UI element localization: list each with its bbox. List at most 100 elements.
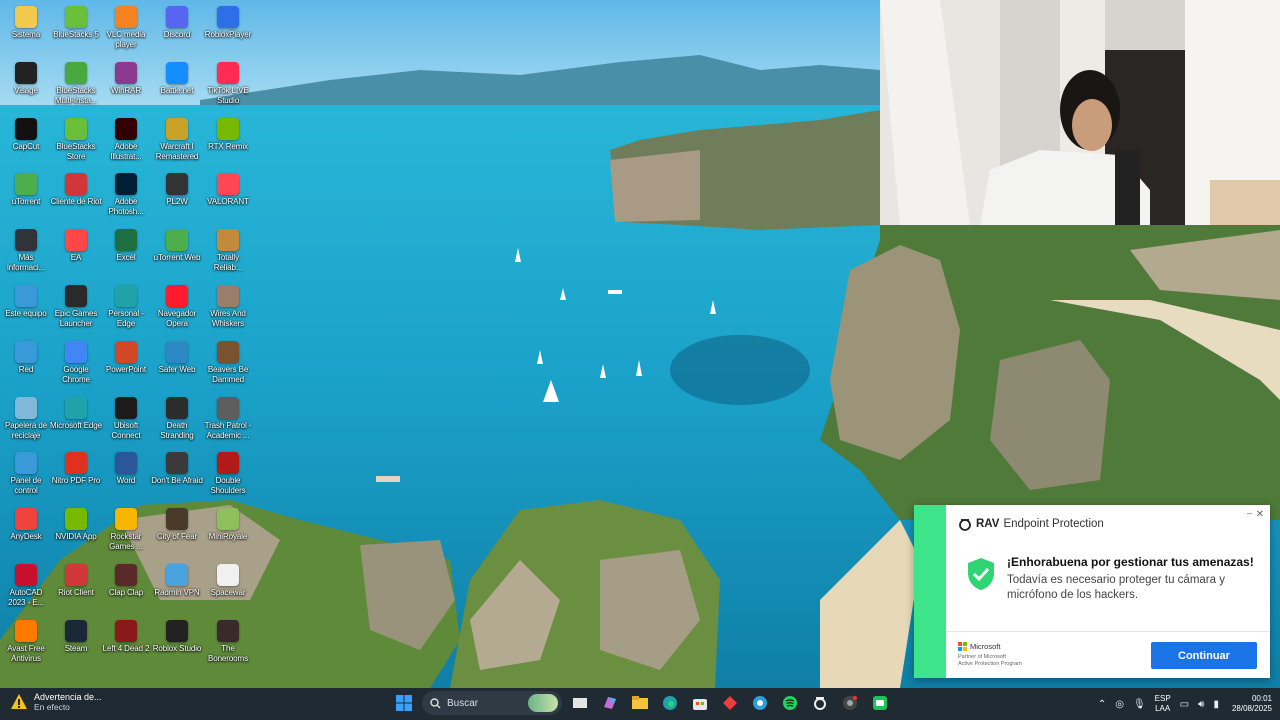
desktop-icon[interactable]: Personal - Edge xyxy=(100,281,152,337)
display-icon[interactable]: ▭ xyxy=(1180,699,1189,710)
edge-button[interactable] xyxy=(658,691,682,715)
red-app-button[interactable] xyxy=(718,691,742,715)
desktop-icon[interactable]: Sistema xyxy=(0,2,52,58)
desktop-icon[interactable]: Panel de control xyxy=(0,448,52,504)
desktop-icon[interactable]: MiniRoyale xyxy=(202,504,254,560)
desktop-icon[interactable]: Más informaci... xyxy=(0,225,52,281)
store-icon xyxy=(693,699,707,710)
desktop-icon[interactable]: Warcraft I Remastered xyxy=(151,114,203,170)
desktop-icon[interactable]: Rockstar Games ... xyxy=(100,504,152,560)
desktop-icon[interactable]: Clap Clap xyxy=(100,560,152,616)
desktop-icon-label: Don't Be Afraid xyxy=(151,476,203,486)
chrome-button[interactable] xyxy=(748,691,772,715)
desktop-icon[interactable]: Steam xyxy=(50,616,102,672)
desktop-icon[interactable]: Death Stranding xyxy=(151,393,203,449)
microphone-icon[interactable]: 🎙︎ xyxy=(1133,699,1146,710)
desktop-icon[interactable]: Trash Patrol - Academic ... xyxy=(202,393,254,449)
chrome-alt-button[interactable] xyxy=(838,691,862,715)
desktop-icon[interactable]: Discord xyxy=(151,2,203,58)
desktop-icon-label: Epic Games Launcher xyxy=(54,309,98,328)
desktop-icon[interactable]: uTorrent Web xyxy=(151,225,203,281)
copilot-button[interactable] xyxy=(598,691,622,715)
task-view-button[interactable] xyxy=(568,691,592,715)
desktop-icon[interactable]: Spacewar xyxy=(202,560,254,616)
desktop-icon[interactable]: Wires And Whiskers xyxy=(202,281,254,337)
desktop-icon[interactable]: BlueStacks Store xyxy=(50,114,102,170)
battery-icon[interactable]: ▮ xyxy=(1213,699,1219,710)
toast-accent-strip xyxy=(914,505,946,678)
excel-icon xyxy=(115,229,137,252)
desktop-icon[interactable]: Microsoft Edge xyxy=(50,393,102,449)
desktop-icon[interactable]: Excel xyxy=(100,225,152,281)
desktop-icon[interactable]: Riot Client xyxy=(50,560,102,616)
file-explorer-button[interactable] xyxy=(628,691,652,715)
desktop-icon[interactable]: AnyDesk xyxy=(0,504,52,560)
green-app-button[interactable] xyxy=(868,691,892,715)
language-indicator[interactable]: ESP LAA xyxy=(1155,694,1171,714)
desktop-icon[interactable]: Battle.net xyxy=(151,58,203,114)
desktop-icon[interactable]: BlueStacks Multi-Insta... xyxy=(50,58,102,114)
webcam-overlay xyxy=(880,0,1280,225)
taskbar-search[interactable]: Buscar xyxy=(422,691,562,715)
desktop-icon[interactable]: Este equipo xyxy=(0,281,52,337)
desktop-icon[interactable]: Double Shoulders xyxy=(202,448,254,504)
desktop-icon[interactable]: uTorrent xyxy=(0,169,52,225)
desktop-icon[interactable]: RobloxPlayer xyxy=(202,2,254,58)
start-button[interactable] xyxy=(392,691,416,715)
desktop-icon-label: Sistema xyxy=(11,30,41,39)
notification-toast[interactable]: – ✕ RAV Endpoint Protection ¡Enhorabuena… xyxy=(914,505,1270,678)
desktop-icon[interactable]: VLC media player xyxy=(100,2,152,58)
desktop-icon[interactable]: Epic Games Launcher xyxy=(50,281,102,337)
desktop-icon[interactable]: Nitro PDF Pro xyxy=(50,448,102,504)
desktop-icon[interactable]: TikTok LIVE Studio xyxy=(202,58,254,114)
desktop-icon[interactable]: PowerPoint xyxy=(100,337,152,393)
desktop-icon-label: Este equipo xyxy=(5,309,47,318)
desktop-icon[interactable]: Left 4 Dead 2 xyxy=(100,616,152,672)
desktop-icon[interactable]: Red xyxy=(0,337,52,393)
desktop-icon[interactable]: Safer Web xyxy=(151,337,203,393)
desktop-icon[interactable]: EA xyxy=(50,225,102,281)
desktop-icon[interactable]: WinRAR xyxy=(100,58,152,114)
desktop-icon[interactable]: The Bonerooms xyxy=(202,616,254,672)
chevron-up-icon[interactable]: ⌃ xyxy=(1098,699,1106,710)
desktop-icon[interactable]: Adobe Illustrat... xyxy=(100,114,152,170)
desktop-icon[interactable]: AutoCAD 2023 - E... xyxy=(0,560,52,616)
desktop-icon[interactable]: Adobe Photosh... xyxy=(100,169,152,225)
desktop-icon[interactable]: Google Chrome xyxy=(50,337,102,393)
close-icon[interactable]: ✕ xyxy=(1256,509,1264,520)
ring-app-button[interactable] xyxy=(808,691,832,715)
desktop-icon-label: Avast Free Antivirus xyxy=(7,643,45,663)
continue-button[interactable]: Continuar xyxy=(1151,642,1257,669)
desktop-icon-label: Navegador Opera xyxy=(157,309,197,328)
desktop-icon[interactable]: City of Fear xyxy=(151,504,203,560)
spotify-button[interactable] xyxy=(778,691,802,715)
desktop-icon[interactable]: CapCut xyxy=(0,114,52,170)
desktop-icon[interactable]: Navegador Opera xyxy=(151,281,203,337)
desktop-icon[interactable]: VALORANT xyxy=(202,169,254,225)
desktop-icon[interactable]: NVIDIA App xyxy=(50,504,102,560)
desktop-icon[interactable]: BlueStacks 5 xyxy=(50,2,102,58)
desktop-icon[interactable]: Don't Be Afraid xyxy=(151,448,203,504)
desktop-icon[interactable]: Ubisoft Connect xyxy=(100,393,152,449)
volume-icon[interactable]: 🔊︎ xyxy=(1198,699,1204,710)
desktop-icon[interactable]: Avast Free Antivirus xyxy=(0,616,52,672)
app-red-icon xyxy=(723,696,737,710)
desktop-icon[interactable]: Radmin VPN xyxy=(151,560,203,616)
desktop-icon[interactable]: Beavers Be Dammed xyxy=(202,337,254,393)
desktop-icon[interactable]: PL2W xyxy=(151,169,203,225)
desktop-icon[interactable]: Papelera de reciclaje xyxy=(0,393,52,449)
store-button[interactable] xyxy=(688,691,712,715)
desktop-icon[interactable]: Word xyxy=(100,448,152,504)
ring-tray-icon[interactable]: ◎ xyxy=(1115,699,1124,710)
desktop-icon[interactable]: RTX Remix xyxy=(202,114,254,170)
desktop-icon[interactable]: Visage xyxy=(0,58,52,114)
desktop-icon-label: Radmin VPN xyxy=(154,588,200,597)
desktop-icon-label: Microsoft Edge xyxy=(50,420,102,430)
clock[interactable]: 00:01 28/08/2025 xyxy=(1232,694,1272,714)
minimize-icon[interactable]: – xyxy=(1247,508,1252,518)
desktop-icon[interactable]: Cliente de Riot xyxy=(50,169,102,225)
weather-warning-widget[interactable]: Advertencia de... En efecto xyxy=(10,692,102,712)
utorrent-web-icon xyxy=(166,229,188,252)
desktop-icon[interactable]: Roblox Studio xyxy=(151,616,203,672)
desktop-icon[interactable]: Totally Reliab... xyxy=(202,225,254,281)
